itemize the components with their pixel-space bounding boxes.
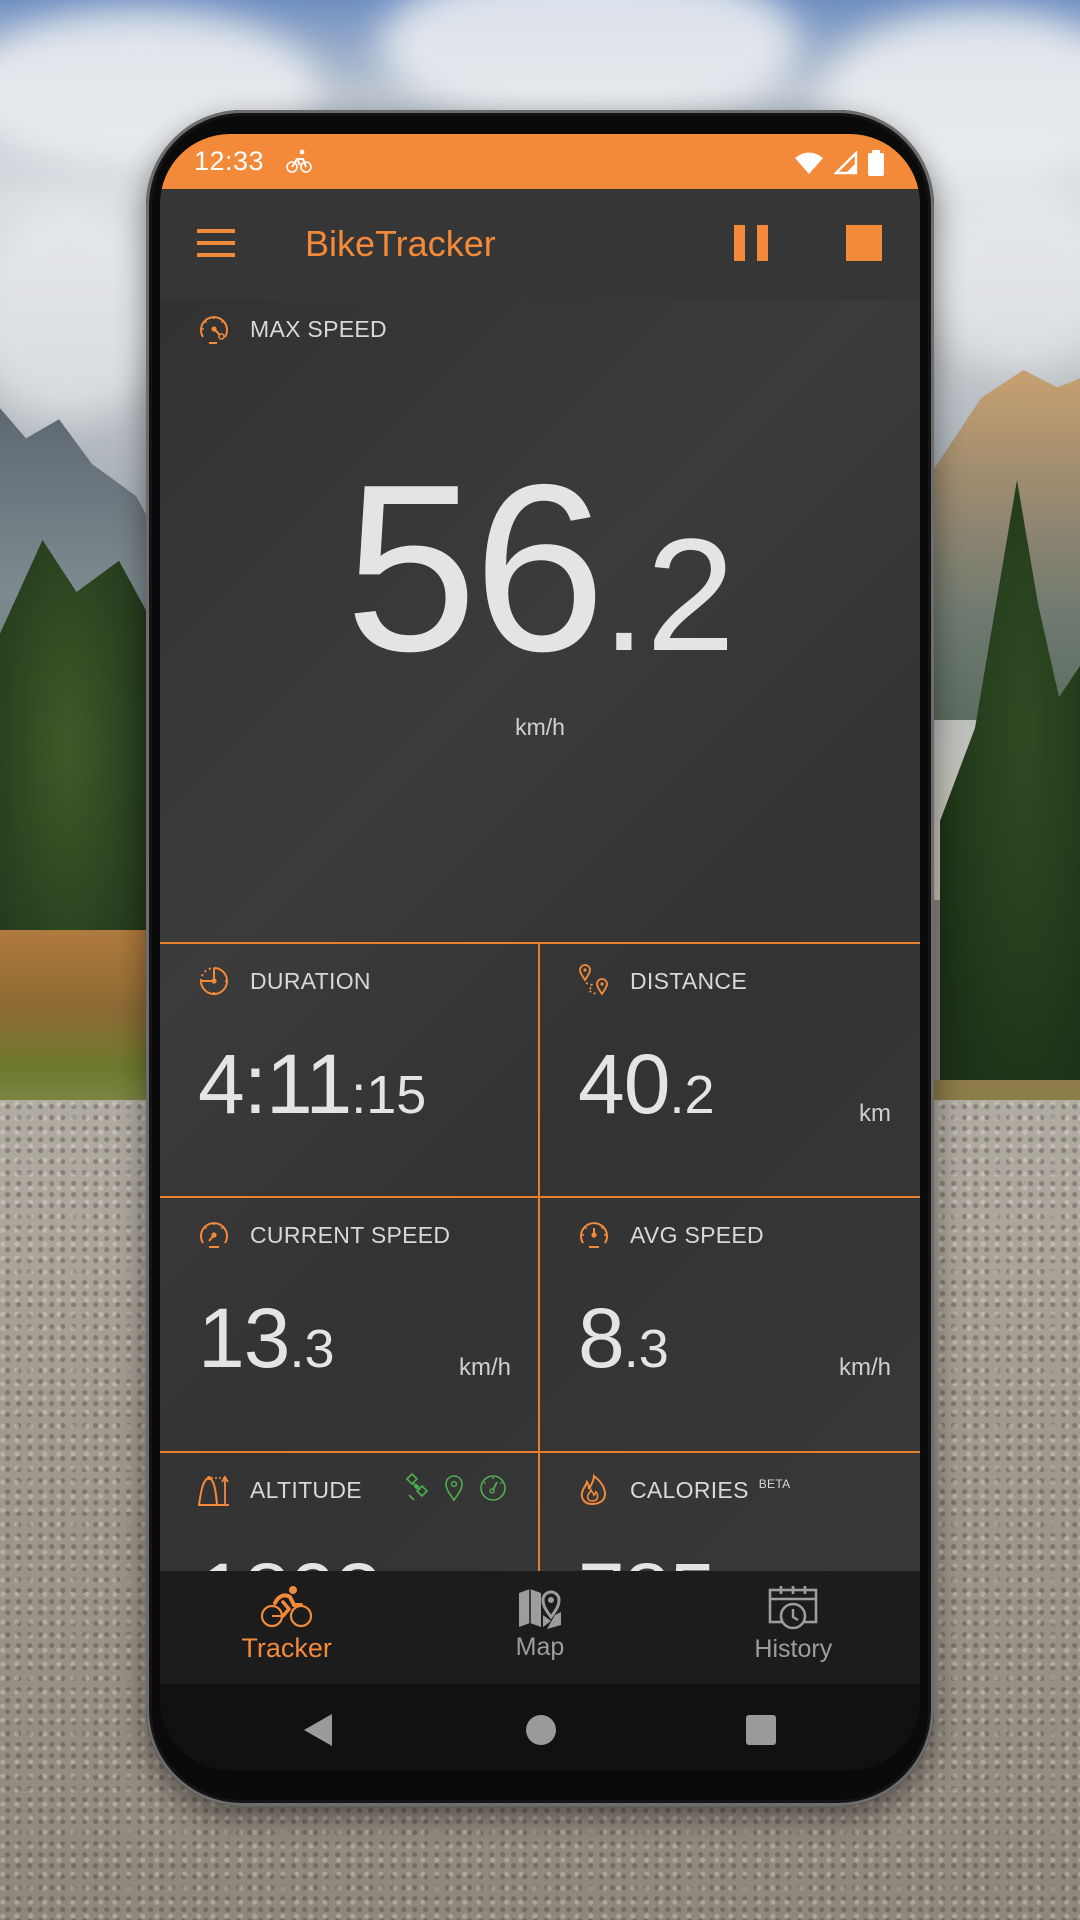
system-navigation-bar: [160, 1684, 920, 1770]
status-bar: 12:33: [160, 134, 920, 189]
altitude-label: ALTITUDE: [250, 1476, 362, 1503]
gps-status-icons: [404, 1473, 508, 1503]
status-icons: [794, 150, 884, 176]
current-speed-label: CURRENT SPEED: [250, 1221, 451, 1248]
altitude-icon: [198, 1475, 229, 1506]
distance-tile: DISTANCE 40.2 km: [540, 944, 919, 1198]
avg-speed-decimal: .3: [623, 1319, 669, 1379]
max-speed-decimal: .2: [601, 505, 736, 684]
battery-icon: [868, 150, 884, 176]
avg-speed-label: AVG SPEED: [630, 1221, 764, 1248]
duration-seconds: :15: [351, 1065, 427, 1125]
nav-map[interactable]: Map: [413, 1571, 666, 1684]
bottom-navigation: Tracker Map History: [160, 1571, 920, 1684]
current-speed-integer: 13: [198, 1291, 290, 1385]
location-pin-icon: [445, 1475, 463, 1502]
max-speed-section: MAX SPEED 56.2 km/h: [160, 300, 920, 942]
calories-header: CALORIES BETA: [577, 1473, 790, 1507]
route-pins-icon: [579, 964, 608, 996]
current-speed-decimal: .3: [289, 1319, 335, 1379]
avg-speed-tile: AVG SPEED 8.3 km/h: [540, 1198, 919, 1452]
current-speed-unit: km/h: [458, 1354, 511, 1381]
nav-history-label: History: [754, 1635, 833, 1663]
back-button[interactable]: [304, 1714, 332, 1746]
max-speed-unit: km/h: [515, 714, 565, 740]
satellite-icon: [405, 1473, 429, 1501]
tracker-content: MAX SPEED 56.2 km/h DURATION 4:11:15 DIS…: [160, 300, 920, 1636]
distance-decimal: .2: [669, 1065, 715, 1125]
max-speed-header: MAX SPEED: [197, 312, 387, 346]
duration-header: DURATION: [197, 964, 371, 998]
avg-speed-header: AVG SPEED: [577, 1218, 764, 1252]
current-speed-value: 13.3: [198, 1296, 334, 1380]
duration-tile: DURATION 4:11:15: [160, 944, 539, 1198]
max-speed-label: MAX SPEED: [250, 315, 387, 342]
phone-screen: 12:33 BikeTracker MAX SPEED 56.2 km/h DU…: [160, 134, 920, 1770]
avg-speed-value: 8.3: [578, 1296, 669, 1380]
gauge-icon: [480, 1475, 506, 1501]
current-speed-header: CURRENT SPEED: [197, 1218, 450, 1252]
hamburger-menu-icon[interactable]: [197, 229, 235, 257]
recents-button[interactable]: [746, 1715, 776, 1745]
home-button[interactable]: [526, 1715, 556, 1745]
distance-label: DISTANCE: [630, 967, 747, 994]
bike-notification-icon: [286, 149, 312, 173]
calories-label: CALORIES: [630, 1476, 749, 1503]
flame-icon: [580, 1473, 607, 1506]
max-speed-integer: 56: [344, 436, 606, 701]
speedometer-avg-icon: [580, 1222, 608, 1248]
app-bar: BikeTracker: [160, 189, 920, 300]
duration-value: 4:11:15: [198, 1042, 426, 1126]
nav-tracker-label: Tracker: [241, 1633, 332, 1663]
wifi-icon: [795, 152, 823, 174]
max-speed-value: 56.2: [160, 450, 920, 688]
distance-integer: 40: [578, 1037, 670, 1131]
nav-tracker[interactable]: Tracker: [160, 1571, 413, 1684]
pause-icon: [734, 225, 745, 261]
nav-history[interactable]: History: [667, 1571, 920, 1684]
signal-icon: [834, 151, 858, 175]
cyclist-icon: [260, 1586, 312, 1628]
altitude-header: ALTITUDE: [197, 1473, 362, 1507]
stop-button[interactable]: [846, 225, 882, 261]
calendar-clock-icon: [769, 1586, 818, 1630]
speedometer-icon: [200, 316, 228, 344]
duration-label: DURATION: [250, 967, 371, 994]
avg-speed-integer: 8: [578, 1291, 625, 1385]
app-title: BikeTracker: [305, 223, 496, 264]
distance-value: 40.2: [578, 1042, 714, 1126]
beta-badge: BETA: [758, 1477, 791, 1491]
pause-button[interactable]: [734, 225, 768, 261]
status-time: 12:33: [194, 146, 265, 176]
avg-speed-unit: km/h: [838, 1354, 891, 1381]
current-speed-tile: CURRENT SPEED 13.3 km/h: [160, 1198, 539, 1452]
map-pin-icon: [518, 1589, 561, 1629]
speedometer-icon: [200, 1222, 228, 1248]
nav-map-label: Map: [515, 1633, 565, 1661]
stopwatch-icon: [200, 967, 228, 995]
duration-hours-minutes: 4:11: [198, 1037, 352, 1131]
distance-header: DISTANCE: [577, 964, 747, 998]
distance-unit: km: [859, 1100, 891, 1127]
